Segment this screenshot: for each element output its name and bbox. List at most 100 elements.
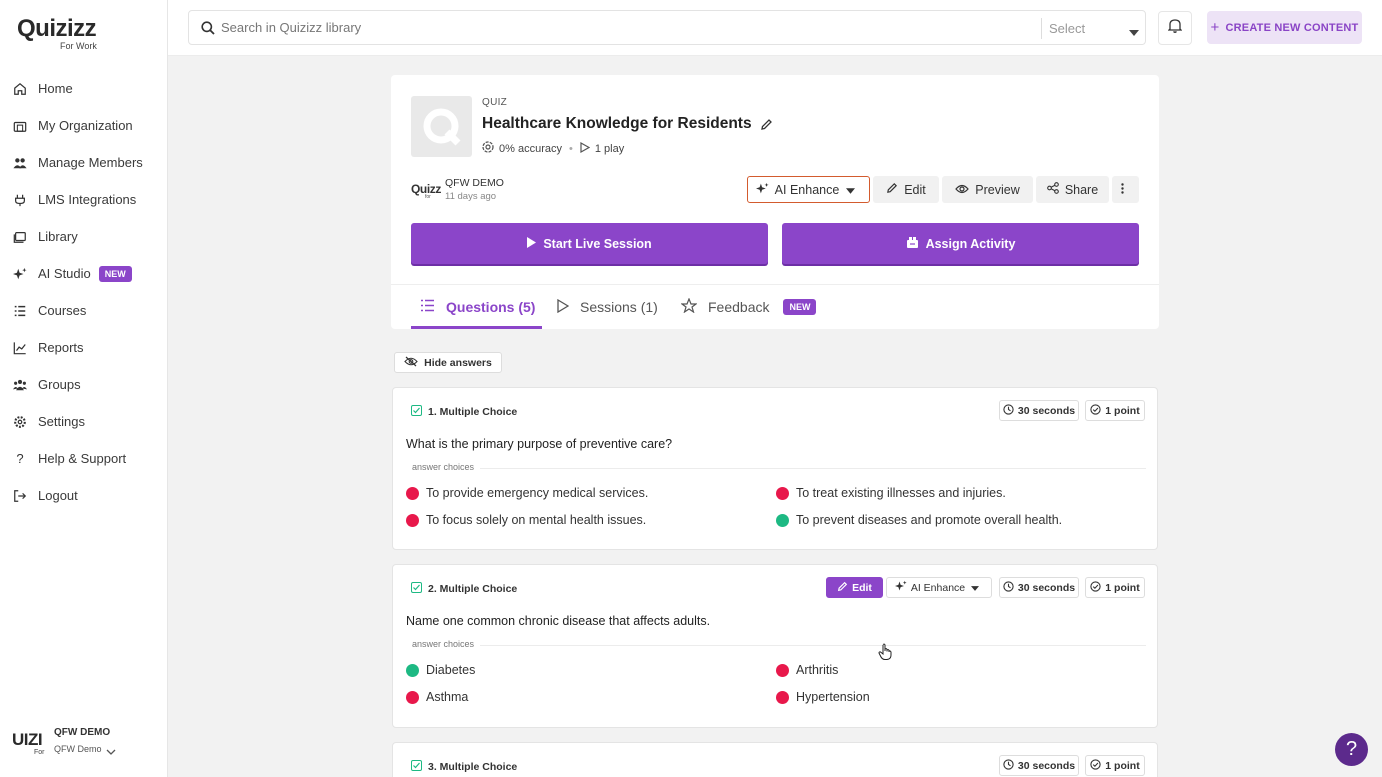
- clock-icon: [1003, 403, 1018, 418]
- incorrect-indicator: [406, 690, 419, 704]
- answer-text: Asthma: [426, 690, 469, 704]
- search-input[interactable]: [221, 20, 1021, 35]
- play-icon: [557, 298, 580, 316]
- sidebar-item-label: Home: [38, 81, 73, 96]
- correct-indicator: [406, 663, 419, 677]
- start-live-session-button[interactable]: Start Live Session: [411, 223, 768, 264]
- question-type: 3. Multiple Choice: [428, 761, 518, 773]
- answer-choice: Hypertension: [776, 690, 870, 704]
- question-card[interactable]: 3. Multiple Choice 30 seconds 1 point: [392, 742, 1158, 777]
- sidebar-item-courses[interactable]: Courses: [0, 292, 168, 329]
- notifications-button[interactable]: [1158, 11, 1192, 45]
- check-circle-icon: [1090, 580, 1105, 595]
- preview-button[interactable]: Preview: [942, 176, 1033, 203]
- quiz-meta: 0% accuracy • 1 play: [482, 141, 624, 156]
- sidebar-item-library[interactable]: Library: [0, 218, 168, 255]
- sidebar-item-settings[interactable]: Settings: [0, 403, 168, 440]
- sidebar-item-label: Groups: [38, 377, 81, 392]
- kebab-menu-icon: [1121, 182, 1130, 197]
- create-new-content-button[interactable]: + CREATE NEW CONTENT: [1207, 11, 1362, 44]
- question-text: What is the primary purpose of preventiv…: [406, 437, 673, 451]
- creator-logo-subtext: for: [425, 194, 431, 200]
- incorrect-indicator: [406, 513, 419, 527]
- sidebar-item-my-organization[interactable]: My Organization: [0, 107, 168, 144]
- clock-icon: [1003, 580, 1018, 595]
- sidebar-item-reports[interactable]: Reports: [0, 329, 168, 366]
- sidebar-item-ai-studio[interactable]: AI Studio NEW: [0, 255, 168, 292]
- more-options-button[interactable]: [1112, 176, 1139, 203]
- sidebar-item-label: Library: [38, 229, 78, 244]
- play-icon: [527, 236, 543, 251]
- star-icon: [680, 297, 708, 316]
- library-select[interactable]: Select: [1041, 18, 1145, 39]
- sidebar-item-manage-members[interactable]: Manage Members: [0, 144, 168, 181]
- question-card[interactable]: 2. Multiple Choice Edit AI Enhance 30 se…: [392, 564, 1158, 728]
- question-edit-button[interactable]: Edit: [826, 577, 883, 598]
- gear-icon: [12, 414, 28, 430]
- help-chat-button[interactable]: ?: [1335, 733, 1368, 766]
- tab-sessions[interactable]: Sessions (1): [557, 285, 658, 329]
- sidebar-item-lms-integrations[interactable]: LMS Integrations: [0, 181, 168, 218]
- points-badge[interactable]: 1 point: [1085, 577, 1145, 598]
- eye-off-icon: [404, 356, 424, 370]
- sparkle-icon: [894, 580, 911, 595]
- checkbox-icon: [411, 760, 428, 774]
- question-text: Name one common chronic disease that aff…: [406, 614, 711, 628]
- account-name: QFW DEMO: [54, 727, 111, 738]
- tab-feedback-label: Feedback: [708, 299, 770, 315]
- points-badge[interactable]: 1 point: [1085, 400, 1145, 421]
- tab-questions[interactable]: Questions (5): [420, 285, 535, 329]
- plays-text: 1 play: [594, 142, 625, 155]
- sparkle-icon: [755, 182, 775, 198]
- quiz-title: Healthcare Knowledge for Residents: [482, 115, 773, 133]
- ai-enhance-button[interactable]: AI Enhance: [747, 176, 870, 203]
- pencil-icon: [886, 182, 904, 197]
- active-tab-indicator: [411, 326, 542, 329]
- hide-answers-button[interactable]: Hide answers: [394, 352, 502, 373]
- answer-choice: To focus solely on mental health issues.: [406, 513, 646, 527]
- answer-choice: Arthritis: [776, 663, 838, 677]
- logo-subtext: For Work: [60, 41, 97, 51]
- question-icon: ?: [16, 451, 24, 466]
- plus-icon: +: [1210, 19, 1220, 36]
- time-limit-text: 30 seconds: [1017, 404, 1076, 417]
- time-limit-badge[interactable]: 30 seconds: [999, 400, 1079, 421]
- hand-cursor-icon: [878, 643, 894, 666]
- clock-icon: [1003, 758, 1018, 773]
- checkbox-icon: [411, 582, 428, 596]
- sidebar-item-groups[interactable]: Groups: [0, 366, 168, 403]
- sidebar-item-label: Reports: [38, 340, 84, 355]
- account-org: QFW Demo: [54, 744, 102, 754]
- question-ai-enhance-button[interactable]: AI Enhance: [886, 577, 992, 598]
- sidebar-item-logout[interactable]: Logout: [0, 477, 168, 514]
- share-icon: [1046, 182, 1065, 197]
- quizizz-logo[interactable]: Quizizz For Work: [17, 16, 97, 52]
- pencil-icon[interactable]: [760, 118, 773, 131]
- groups-icon: [12, 377, 28, 393]
- meta-separator: •: [568, 142, 573, 155]
- start-live-session-label: Start Live Session: [543, 236, 652, 251]
- share-label: Share: [1064, 182, 1099, 197]
- caret-down-icon: [846, 183, 861, 197]
- home-icon: [12, 81, 28, 97]
- time-limit-badge[interactable]: 30 seconds: [999, 577, 1079, 598]
- account-switcher[interactable]: UIZI For QFW DEMO QFW Demo: [12, 726, 162, 760]
- divider: [406, 468, 1146, 469]
- tab-feedback[interactable]: Feedback NEW: [680, 285, 817, 329]
- sidebar-item-home[interactable]: Home: [0, 70, 168, 107]
- sidebar-item-help-support[interactable]: ? Help & Support: [0, 440, 168, 477]
- courses-icon: [12, 303, 28, 319]
- question-header: 1. Multiple Choice: [411, 405, 517, 419]
- share-button[interactable]: Share: [1036, 176, 1109, 203]
- points-badge[interactable]: 1 point: [1085, 755, 1145, 776]
- assign-activity-button[interactable]: Assign Activity: [782, 223, 1139, 264]
- answer-choices-label: answer choices: [406, 639, 481, 649]
- answer-text: To treat existing illnesses and injuries…: [796, 486, 1006, 500]
- answer-text: Hypertension: [796, 690, 870, 704]
- question-card[interactable]: 1. Multiple Choice 30 seconds 1 point Wh…: [392, 387, 1158, 550]
- correct-indicator: [776, 513, 789, 527]
- time-limit-badge[interactable]: 30 seconds: [999, 755, 1079, 776]
- time-limit-text: 30 seconds: [1017, 759, 1076, 772]
- sidebar-item-label: My Organization: [38, 118, 133, 133]
- edit-button[interactable]: Edit: [873, 176, 939, 203]
